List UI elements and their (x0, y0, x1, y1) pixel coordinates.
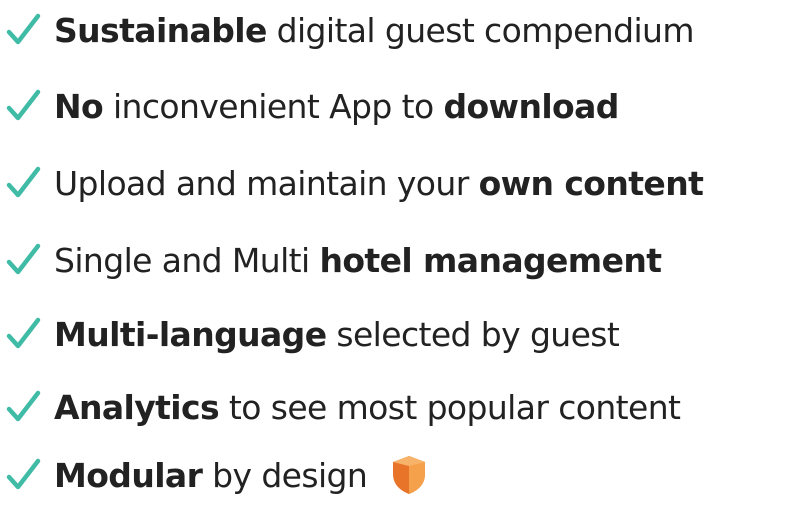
feature-bold: download (443, 86, 619, 126)
check-icon (4, 314, 44, 354)
feature-item-no-app: No inconvenient App to download (4, 76, 619, 136)
feature-plain: to see most popular content (219, 387, 681, 427)
feature-bold: hotel management (319, 240, 662, 280)
feature-text: No inconvenient App to download (54, 90, 619, 123)
check-icon (4, 10, 44, 50)
feature-bold: No (54, 86, 104, 126)
feature-plain: Upload and maintain your (54, 163, 479, 203)
feature-text: Multi-language selected by guest (54, 314, 620, 354)
feature-plain: by design (202, 455, 368, 495)
feature-item-modular: Modular by design (4, 445, 429, 505)
feature-text: Single and Multi hotel management (54, 240, 662, 280)
feature-item-hotel-management: Single and Multi hotel management (4, 230, 662, 290)
check-icon (4, 455, 44, 495)
feature-item-sustainable: Sustainable digital guest compendium (4, 0, 694, 60)
feature-text: Modular by design (54, 455, 368, 495)
feature-plain: selected by guest (326, 314, 620, 354)
check-icon (4, 387, 44, 427)
feature-item-multi-language: Multi-language selected by guest (4, 304, 620, 364)
shield-icon (389, 454, 429, 496)
feature-item-analytics: Analytics to see most popular content (4, 377, 681, 437)
feature-text: Upload and maintain your own content (54, 163, 704, 203)
feature-bold: Sustainable (54, 10, 267, 50)
feature-bold: own content (478, 163, 704, 203)
check-icon (4, 240, 44, 280)
feature-plain: Single and Multi (54, 240, 320, 280)
feature-text: Analytics to see most popular content (54, 387, 681, 427)
check-icon (4, 86, 44, 126)
feature-plain: digital guest compendium (266, 10, 695, 50)
feature-item-own-content: Upload and maintain your own content (4, 153, 704, 213)
feature-bold: Analytics (54, 387, 220, 427)
feature-plain: inconvenient App to (103, 86, 444, 126)
check-icon (4, 163, 44, 203)
feature-bold: Modular (54, 455, 203, 495)
feature-bold: Multi-language (54, 314, 327, 354)
feature-text: Sustainable digital guest compendium (54, 14, 694, 47)
